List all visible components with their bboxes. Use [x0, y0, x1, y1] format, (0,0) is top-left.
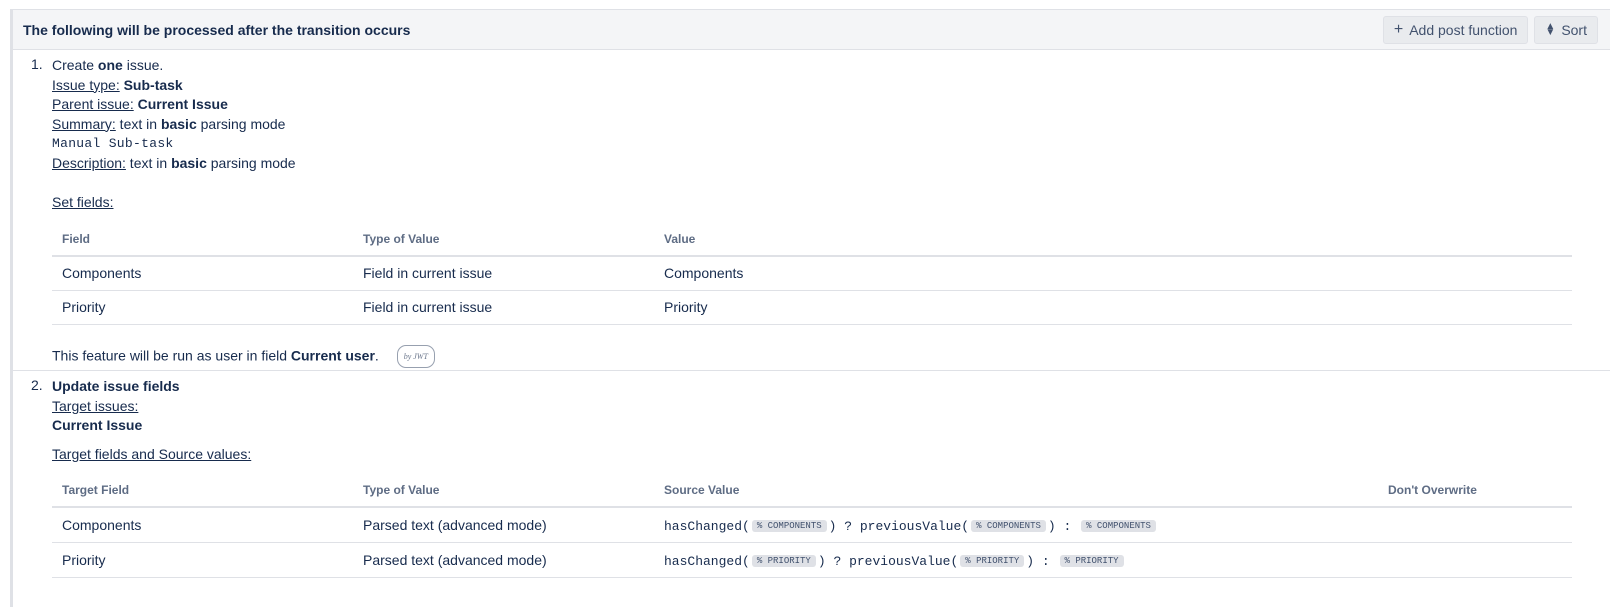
expression-part: ): [1047, 518, 1056, 534]
column-header: Target Field: [52, 474, 353, 508]
create-line: Create one issue.: [52, 56, 1610, 76]
sort-icon: ▲ ▼: [1545, 20, 1556, 38]
expression-part: :: [1055, 518, 1080, 534]
column-header: Don't Overwrite: [1378, 474, 1572, 508]
run-as-prefix: This feature will be run as user in fiel…: [52, 346, 291, 363]
expression-part: previousValue(: [859, 518, 970, 534]
description-mode: basic: [171, 154, 207, 171]
table-cell: Components: [654, 255, 1572, 291]
header-buttons: + Add post function ▲ ▼ Sort: [1382, 15, 1598, 44]
expression-part: previousValue(: [849, 553, 959, 569]
create-prefix: Create: [52, 57, 98, 73]
column-header: Type of Value: [353, 474, 654, 508]
summary-text-prefix: text in: [115, 115, 161, 132]
expression-part: :: [1034, 553, 1058, 569]
expression-part: ): [817, 553, 826, 569]
run-as-line: This feature will be run as user in fiel…: [52, 344, 1610, 368]
set-fields-line: Set fields:: [52, 193, 1610, 213]
field-reference-chip: % COMPONENTS: [971, 519, 1046, 532]
set-fields-label: Set fields:: [52, 194, 114, 210]
target-issues-line: Target issues:: [52, 397, 1610, 417]
description-text-suffix: parsing mode: [206, 154, 296, 171]
dont-overwrite-cell: [1378, 542, 1572, 578]
column-header: Value: [654, 222, 1572, 257]
expression-part: hasChanged(: [664, 518, 750, 534]
expression-part: ?: [825, 553, 850, 569]
table-cell: Field in current issue: [353, 290, 654, 325]
source-value-cell: hasChanged(% PRIORITY) ? previousValue(%…: [654, 542, 1378, 578]
column-header: Source Value: [654, 474, 1378, 508]
summary-text-suffix: parsing mode: [196, 115, 286, 132]
sort-label: Sort: [1561, 21, 1587, 38]
sort-button[interactable]: ▲ ▼ Sort: [1534, 15, 1598, 44]
table-cell: Components: [52, 255, 353, 291]
field-reference-chip: % COMPONENTS: [1081, 519, 1156, 532]
field-reference-chip: % PRIORITY: [960, 554, 1025, 567]
table-row: Components Field in current issue Compon…: [52, 255, 1572, 291]
post-function-1: 1. Create one issue. Issue type: Sub-tas…: [13, 50, 1610, 371]
parent-issue-value: Current Issue: [137, 96, 228, 112]
panel-title: The following will be processed after th…: [23, 21, 411, 38]
expression-part: ?: [836, 518, 860, 534]
panel-header: The following will be processed after th…: [13, 10, 1610, 50]
summary-line: Summary: text in basic parsing mode: [52, 115, 1610, 135]
run-as-suffix: .: [374, 346, 379, 363]
summary-value: Manual Sub-task: [52, 136, 174, 151]
table-header-row: Field Type of Value Value: [52, 222, 1572, 257]
field-reference-chip: % PRIORITY: [751, 554, 816, 567]
create-count: one: [97, 57, 123, 73]
table-row: Components Parsed text (advanced mode) h…: [52, 507, 1572, 543]
plus-icon: +: [1393, 20, 1404, 38]
summary-label: Summary:: [52, 115, 116, 132]
target-fields-table: Target Field Type of Value Source Value …: [52, 474, 1572, 578]
issue-type-line: Issue type: Sub-task: [52, 76, 1610, 96]
create-suffix: issue.: [122, 57, 164, 73]
issue-type-value: Sub-task: [123, 76, 183, 93]
column-header: Type of Value: [353, 222, 654, 257]
post-function-number: 2.: [31, 377, 43, 393]
expression-part: hasChanged(: [664, 553, 750, 569]
table-cell: Field in current issue: [353, 255, 654, 291]
parent-issue-label: Parent issue:: [52, 96, 134, 112]
target-fields-label: Target fields and Source values:: [52, 445, 252, 462]
table-cell: Priority: [52, 542, 353, 578]
description-label: Description:: [52, 154, 126, 171]
jwt-badge: by JWT: [396, 344, 435, 368]
add-post-function-button[interactable]: + Add post function: [1382, 15, 1529, 44]
add-post-function-label: Add post function: [1409, 21, 1518, 38]
set-fields-table: Field Type of Value Value Components Fie…: [52, 222, 1572, 325]
description-text-prefix: text in: [125, 154, 172, 171]
table-cell: Priority: [654, 290, 1572, 325]
post-function-number: 1.: [31, 56, 43, 72]
source-value-cell: hasChanged(% COMPONENTS) ? previousValue…: [654, 507, 1378, 543]
issue-type-label: Issue type:: [52, 76, 120, 93]
target-issues-label: Target issues:: [52, 397, 139, 414]
table-cell: Components: [52, 507, 353, 543]
target-issues-value: Current Issue: [52, 417, 143, 433]
field-reference-chip: % COMPONENTS: [751, 519, 827, 532]
table-cell: Parsed text (advanced mode): [353, 542, 654, 578]
field-reference-chip: % PRIORITY: [1059, 554, 1124, 567]
table-header-row: Target Field Type of Value Source Value …: [52, 474, 1572, 508]
table-row: Priority Parsed text (advanced mode) has…: [52, 542, 1572, 578]
summary-mode: basic: [160, 115, 197, 132]
update-fields-title: Update issue fields: [52, 378, 180, 394]
column-header: Field: [52, 222, 353, 257]
table-cell: Priority: [52, 290, 353, 325]
description-line: Description: text in basic parsing mode: [52, 154, 1610, 174]
table-row: Priority Field in current issue Priority: [52, 290, 1572, 325]
parent-issue-line: Parent issue: Current Issue: [52, 95, 1610, 115]
target-fields-line: Target fields and Source values:: [52, 445, 1610, 465]
dont-overwrite-cell: [1378, 507, 1572, 543]
expression-part: ): [1026, 553, 1035, 569]
post-functions-panel: The following will be processed after th…: [10, 9, 1610, 607]
post-function-2: 2. Update issue fields Target issues: Cu…: [13, 371, 1610, 578]
run-as-user: Current user: [290, 346, 375, 363]
table-cell: Parsed text (advanced mode): [353, 507, 654, 543]
